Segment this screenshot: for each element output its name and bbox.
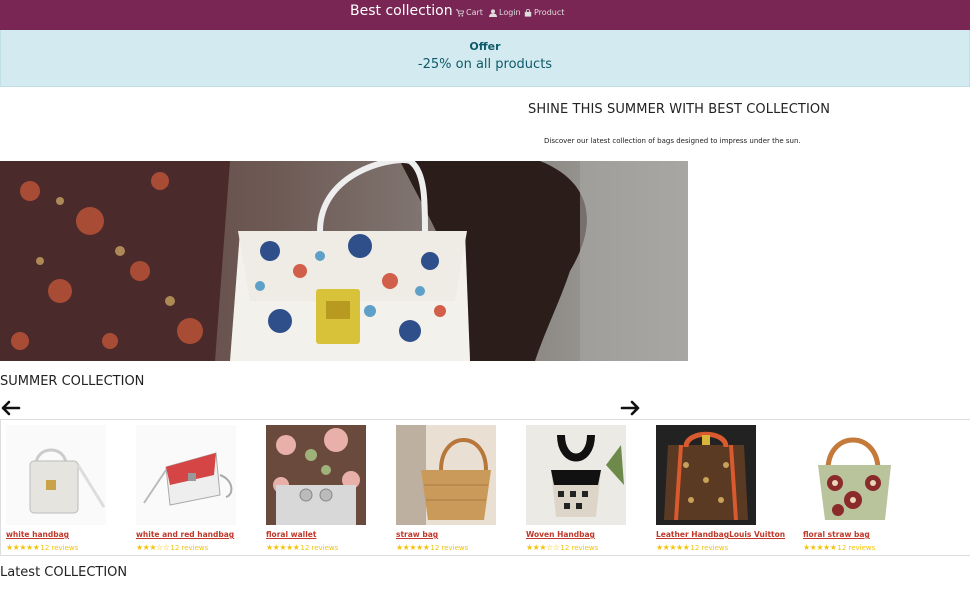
latest-collection-title: Latest COLLECTION (0, 565, 128, 580)
offer-banner: Offer -25% on all products (0, 30, 970, 87)
product-name[interactable]: Woven Handbag (526, 530, 595, 539)
review-count: 12 reviews (170, 543, 209, 552)
product-image[interactable] (396, 425, 496, 525)
user-icon (489, 8, 497, 17)
product-image[interactable] (526, 425, 626, 525)
summer-collection-title: SUMMER COLLECTION (0, 374, 145, 389)
product-rating: ★★★☆☆ 12 reviews (136, 543, 208, 552)
rating-stars: ★★★☆☆ (136, 543, 170, 552)
product-image[interactable] (6, 425, 106, 525)
rating-stars: ★★★☆☆ (526, 543, 560, 552)
product-name[interactable]: white and red handbag (136, 530, 234, 539)
product-rating: ★★★☆☆ 12 reviews (526, 543, 598, 552)
product-name[interactable]: straw bag (396, 530, 438, 539)
nav-cart-link[interactable]: Cart (456, 8, 483, 17)
brand-title[interactable]: Best collection (350, 3, 453, 19)
product-name[interactable]: floral straw bag (803, 530, 870, 539)
review-count: 12 reviews (837, 543, 876, 552)
product-carousel[interactable]: white handbag ★★★★★ 12 reviews white and… (0, 419, 970, 556)
product-rating: ★★★★★ 12 reviews (6, 543, 78, 552)
review-count: 12 reviews (690, 543, 729, 552)
offer-text: -25% on all products (417, 57, 553, 72)
product-card[interactable]: Woven Handbag ★★★☆☆ 12 reviews (526, 425, 651, 553)
nav-product-label: Product (534, 8, 565, 17)
product-card[interactable]: white handbag ★★★★★ 12 reviews (6, 425, 131, 553)
arrow-left-icon[interactable] (1, 400, 21, 416)
product-name[interactable]: white handbag (6, 530, 69, 539)
product-rating: ★★★★★ 12 reviews (803, 543, 875, 552)
offer-title: Offer (469, 40, 501, 53)
review-count: 12 reviews (40, 543, 79, 552)
nav-product-link[interactable]: Product (524, 8, 564, 17)
review-count: 12 reviews (560, 543, 599, 552)
product-image[interactable] (803, 425, 903, 525)
product-card[interactable]: Leather HandbagLouis Vuitton ★★★★★ 12 re… (656, 425, 785, 553)
hero-image (0, 161, 688, 361)
hero-subtitle: Discover our latest collection of bags d… (544, 137, 801, 145)
rating-stars: ★★★★★ (6, 543, 40, 552)
rating-stars: ★★★★★ (396, 543, 430, 552)
product-rating: ★★★★★ 12 reviews (396, 543, 468, 552)
rating-stars: ★★★★★ (656, 543, 690, 552)
hero-title: SHINE THIS SUMMER WITH BEST COLLECTION (528, 102, 831, 117)
nav-login-label: Login (499, 8, 521, 17)
product-name[interactable]: floral wallet (266, 530, 316, 539)
product-name[interactable]: Leather HandbagLouis Vuitton (656, 530, 785, 539)
rating-stars: ★★★★★ (803, 543, 837, 552)
rating-stars: ★★★★★ (266, 543, 300, 552)
product-card[interactable]: floral wallet ★★★★★ 12 reviews (266, 425, 391, 553)
product-card[interactable]: straw bag ★★★★★ 12 reviews (396, 425, 521, 553)
nav-cart-label: Cart (466, 8, 483, 17)
product-image[interactable] (136, 425, 236, 525)
nav-login-link[interactable]: Login (489, 8, 521, 17)
product-card[interactable]: white and red handbag ★★★☆☆ 12 reviews (136, 425, 261, 553)
arrow-right-icon[interactable] (620, 400, 640, 416)
product-image[interactable] (656, 425, 756, 525)
bag-icon (524, 8, 532, 17)
product-image[interactable] (266, 425, 366, 525)
review-count: 12 reviews (430, 543, 469, 552)
cart-icon (456, 8, 464, 17)
product-rating: ★★★★★ 12 reviews (656, 543, 728, 552)
product-rating: ★★★★★ 12 reviews (266, 543, 338, 552)
top-navbar: Best collection Cart Login Product (0, 0, 970, 30)
product-card[interactable]: floral straw bag ★★★★★ 12 reviews (803, 425, 928, 553)
review-count: 12 reviews (300, 543, 339, 552)
